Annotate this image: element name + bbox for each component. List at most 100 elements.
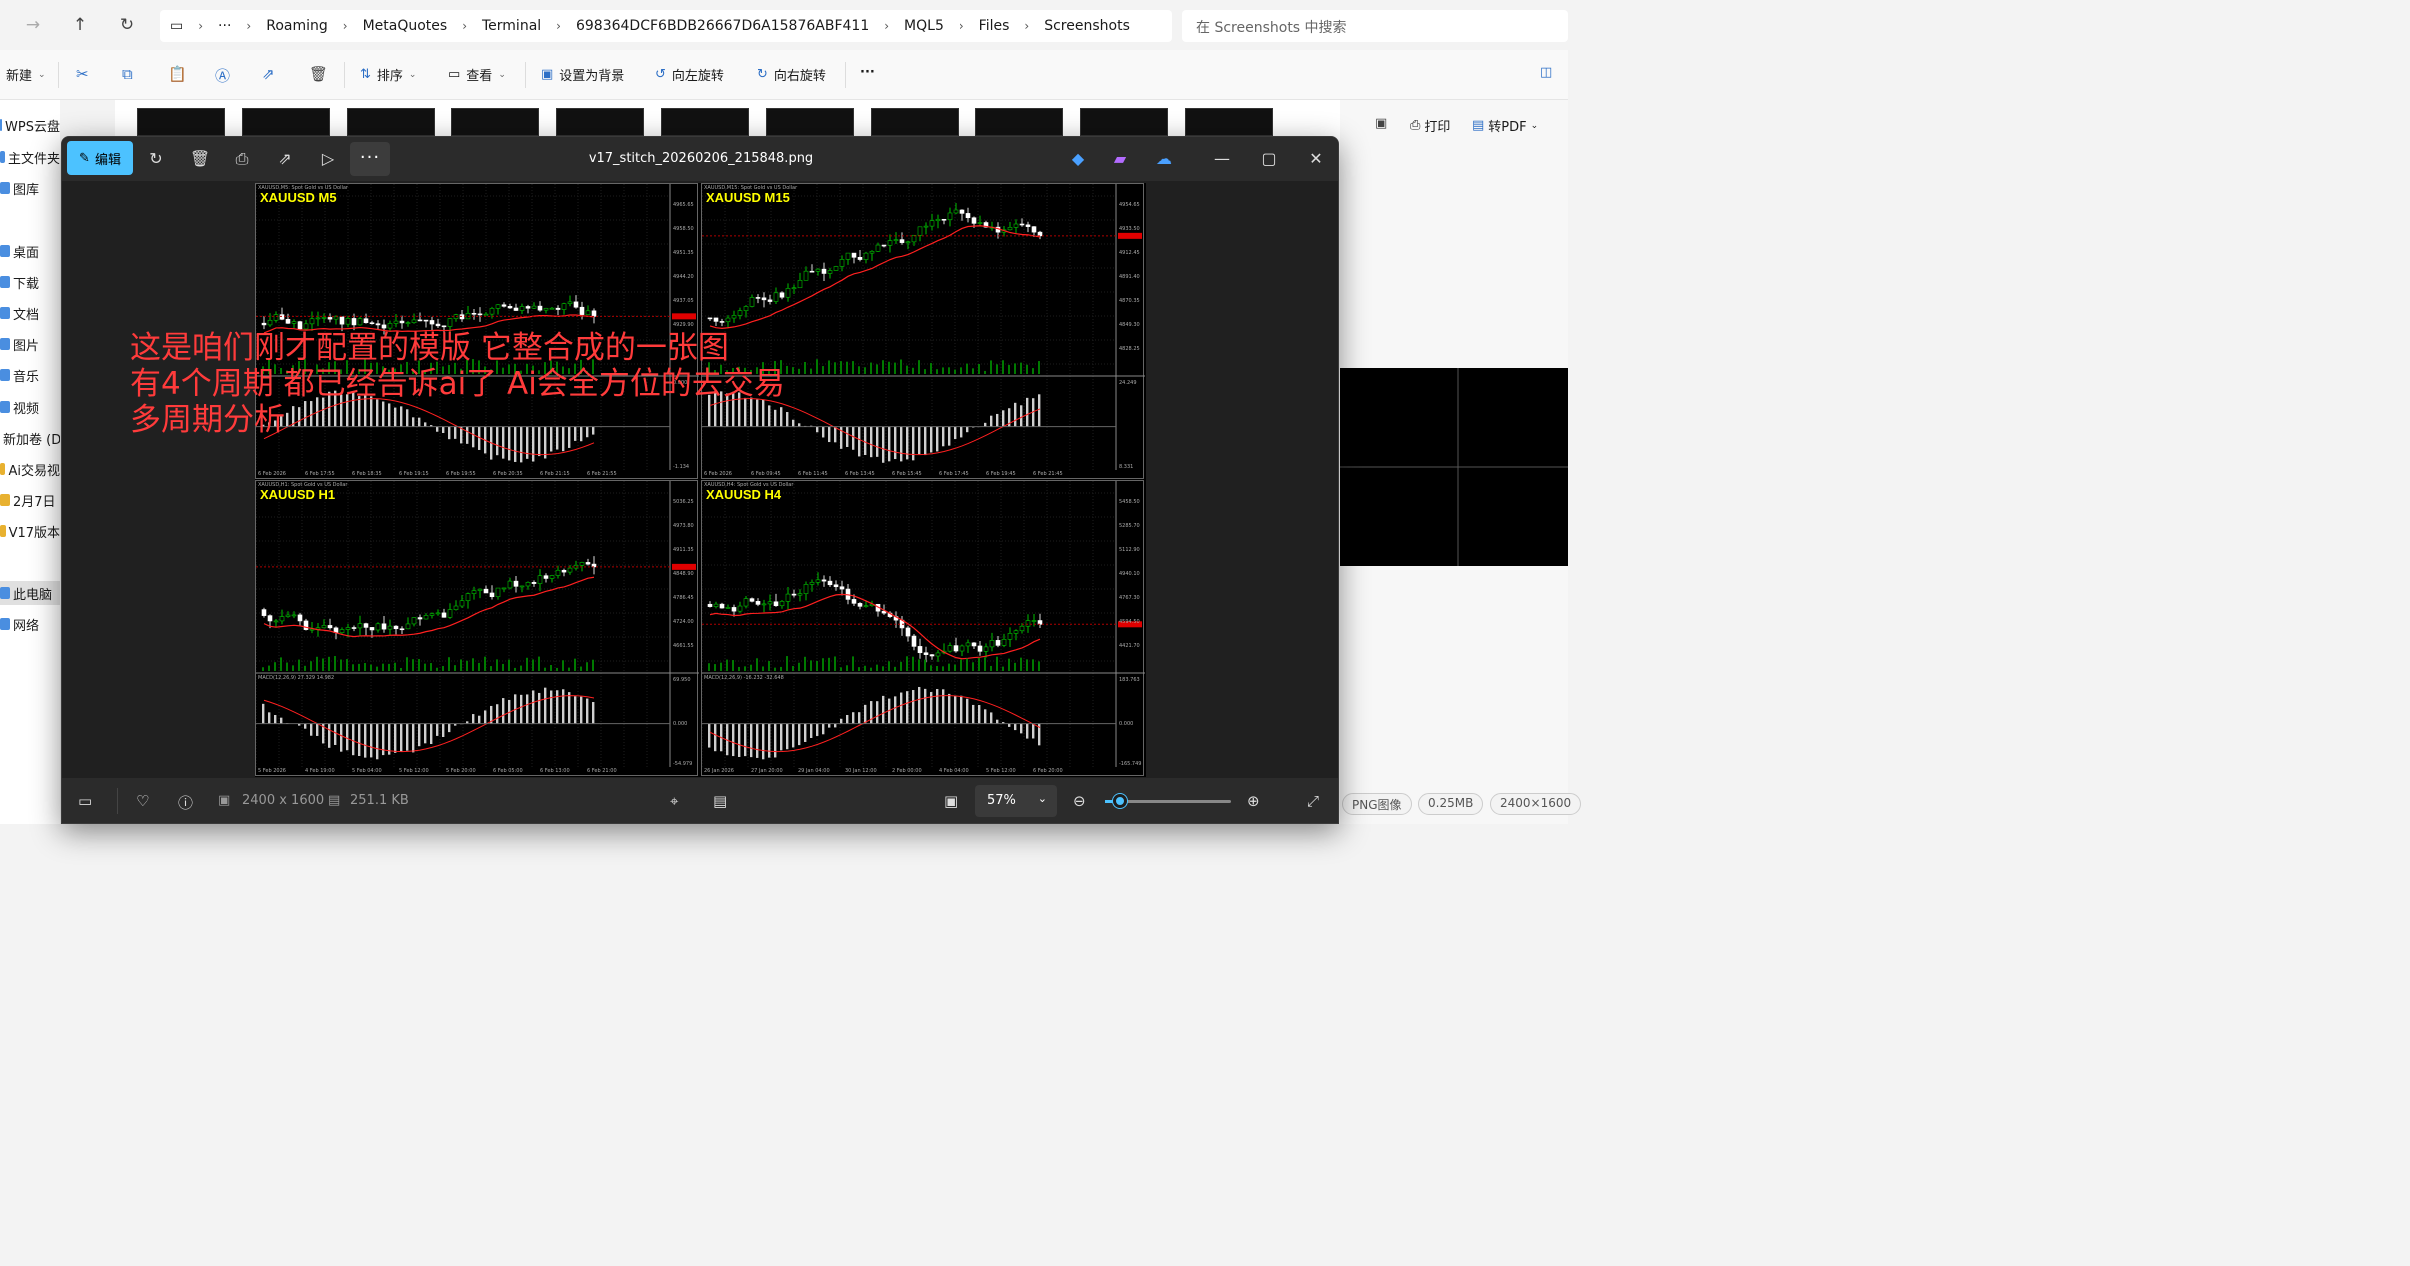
rotate-left-button[interactable]: ↺ 向左旋转 [655, 65, 724, 84]
up-icon[interactable]: ↑ [65, 10, 95, 40]
sidebar-item[interactable]: 文档 [0, 301, 60, 325]
time-tick-label: 6 Feb 17:45 [939, 471, 969, 477]
zoom-slider-thumb[interactable] [1113, 794, 1128, 808]
search-input[interactable]: 在 Screenshots 中搜索 [1182, 10, 1568, 42]
designer-icon[interactable]: ◆ [1066, 147, 1090, 171]
fullscreen-icon[interactable]: ⤢ [1307, 792, 1319, 810]
explorer-address-bar: → ↑ ↻ ▭ › ··· › Roaming › MetaQuotes › T… [0, 0, 1568, 50]
breadcrumb-item[interactable]: Files [970, 18, 1019, 34]
price-tick-label: 4951.35 [673, 250, 694, 256]
divider [58, 62, 59, 88]
pdf-icon: ▤ [1472, 118, 1485, 133]
time-tick-label: 5 Feb 2026 [258, 768, 286, 774]
sidebar-item[interactable]: 网络 [0, 612, 60, 636]
breadcrumb-more[interactable]: ··· [209, 18, 240, 34]
breadcrumb-item[interactable]: MetaQuotes [354, 18, 457, 34]
view-button[interactable]: ▭ 查看 ⌄ [448, 65, 506, 84]
sidebar-item[interactable]: 音乐 [0, 363, 60, 387]
chevron-down-icon: ⌄ [498, 69, 506, 80]
zoom-in-icon[interactable]: ⊕ [1247, 792, 1260, 810]
minimize-icon[interactable]: — [1210, 147, 1234, 171]
price-tick-label: 4767.30 [1119, 595, 1140, 601]
file-thumbnail[interactable] [556, 108, 645, 136]
chevron-down-icon: ⌄ [408, 69, 417, 80]
refresh-icon[interactable]: ↻ [112, 10, 142, 40]
sidebar-item[interactable]: WPS云盘 [0, 113, 60, 137]
file-thumbnail[interactable] [346, 108, 435, 136]
details-pane-icon[interactable]: ◫ [1540, 65, 1552, 80]
sidebar-item[interactable]: 主文件夹 [0, 145, 60, 169]
file-thumbnail[interactable] [661, 108, 749, 136]
sidebar-item[interactable]: 下载 [0, 270, 60, 294]
zoom-out-icon[interactable]: ⊖ [1073, 792, 1086, 810]
sidebar-item[interactable]: V17版本 [0, 519, 60, 543]
clipchamp-icon[interactable]: ▰ [1108, 147, 1132, 171]
file-thumbnail[interactable] [451, 108, 540, 136]
desktop-icon [0, 245, 10, 257]
delete-icon[interactable]: 🗑 [309, 65, 328, 83]
monitor-icon[interactable]: ▭ [160, 18, 192, 34]
file-thumbnail[interactable] [870, 108, 959, 136]
new-button[interactable]: 新建 ⌄ [6, 65, 46, 84]
breadcrumb-item[interactable]: Roaming [257, 18, 337, 34]
sidebar-item[interactable]: 此电脑 [0, 581, 60, 605]
sidebar-item[interactable]: 图片 [0, 332, 60, 356]
chevron-right-icon: › [342, 19, 348, 33]
share-icon[interactable]: ⇗ [262, 65, 275, 83]
breadcrumb-item[interactable]: 698364DCF6BDB26667D6A15876ABF411 [567, 18, 878, 34]
breadcrumb-item[interactable]: Terminal [473, 18, 550, 34]
sidebar-item-label: 2月7日 [13, 494, 56, 510]
zoom-slider[interactable] [1105, 794, 1231, 808]
actual-size-icon[interactable]: ▣ [944, 792, 958, 810]
to-pdf-button[interactable]: ▤ 转PDF ⌄ [1472, 116, 1538, 135]
displayed-image[interactable]: XAUUSD M5 XAUUSD,M5: Spot Gold vs US Doll… [255, 183, 1146, 777]
chevron-down-icon: ⌄ [1530, 120, 1539, 131]
sidebar-item-label: Ai交易视 [8, 463, 60, 479]
macd-info: MACD(12,26,9) 27.329 14.982 [258, 675, 335, 681]
price-tick-label: 5458.50 [1119, 499, 1140, 505]
sidebar-item[interactable]: 新加卷 (D [0, 426, 60, 450]
favorite-icon[interactable]: ♡ [136, 792, 149, 810]
chart-info: XAUUSD,H1: Spot Gold vs US Dollar [258, 482, 348, 488]
sort-button[interactable]: ⇅ 排序 ⌄ [360, 65, 416, 84]
file-thumbnail[interactable] [241, 108, 330, 136]
maximize-icon[interactable]: ▢ [1257, 147, 1281, 171]
sidebar-item[interactable]: Ai交易视 [0, 457, 60, 481]
print-button[interactable]: ⎙ 打印 [1410, 116, 1450, 135]
file-thumbnail[interactable] [1185, 108, 1273, 136]
time-tick-label: 26 Jan 2026 [704, 768, 734, 774]
rename-icon[interactable]: Ⓐ [215, 65, 230, 86]
breadcrumb-item[interactable]: MQL5 [895, 18, 953, 34]
pane-icon[interactable]: ▣ [1375, 116, 1387, 131]
sidebar-item[interactable]: 2月7日 [0, 488, 60, 512]
sidebar-item[interactable]: 图库 [0, 176, 60, 200]
file-thumbnail[interactable] [765, 108, 854, 136]
music-icon [0, 369, 10, 381]
sidebar-item[interactable]: 视频 [0, 395, 60, 419]
forward-icon[interactable]: → [18, 10, 48, 40]
paste-icon[interactable]: 📋 [168, 65, 187, 83]
preview-image [1340, 368, 1568, 566]
chart-info: XAUUSD,M15: Spot Gold vs US Dollar [704, 185, 798, 191]
onedrive-off-icon[interactable]: ☁ [1152, 147, 1176, 171]
close-icon[interactable]: ✕ [1304, 147, 1328, 171]
more-options-button[interactable]: ··· [860, 65, 875, 80]
preview-chart-thumbnail [1340, 368, 1568, 566]
set-background-button[interactable]: ▣ 设置为背景 [541, 65, 624, 84]
time-tick-label: 6 Feb 21:00 [587, 768, 617, 774]
visual-search-icon[interactable]: ⌖ [670, 792, 678, 810]
file-thumbnail[interactable] [1080, 108, 1169, 136]
breadcrumb-item[interactable]: Screenshots [1035, 18, 1139, 34]
rotate-right-button[interactable]: ↻ 向右旋转 [757, 65, 826, 84]
cut-icon[interactable]: ✂ [76, 65, 89, 83]
filmstrip-icon[interactable]: ▭ [78, 792, 92, 810]
file-thumbnail[interactable] [975, 108, 1064, 136]
price-tick-label: 5036.25 [673, 499, 694, 505]
breadcrumb[interactable]: ▭ › ··· › Roaming › MetaQuotes › Termina… [160, 10, 1172, 42]
zoom-dropdown[interactable]: 57% ⌄ [975, 785, 1057, 817]
info-icon[interactable]: ⓘ [178, 792, 193, 813]
sidebar-item[interactable]: 桌面 [0, 239, 60, 263]
text-scan-icon[interactable]: ▤ [713, 792, 727, 810]
copy-icon[interactable]: ⧉ [122, 65, 133, 83]
file-thumbnail[interactable] [137, 108, 225, 136]
